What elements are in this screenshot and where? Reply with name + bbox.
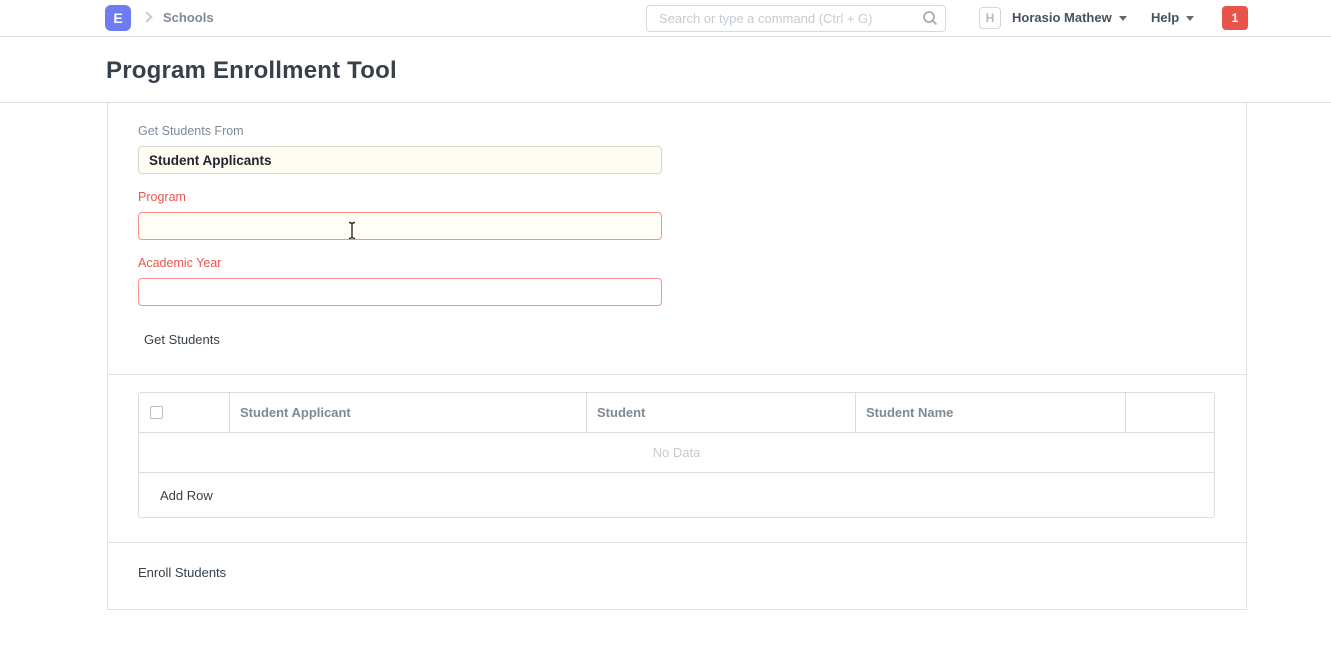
user-avatar[interactable]: H xyxy=(979,7,1001,29)
get-students-from-select[interactable] xyxy=(138,146,662,174)
program-input[interactable] xyxy=(138,212,662,240)
select-all-cell xyxy=(139,393,230,432)
add-row-button[interactable]: Add Row xyxy=(160,488,213,503)
section-student-filters: Get Students From Program Academic Year … xyxy=(108,103,1246,374)
page-head: Program Enrollment Tool xyxy=(0,37,1331,103)
column-header-student-applicant: Student Applicant xyxy=(230,393,587,432)
chevron-down-icon xyxy=(1186,16,1194,21)
search-icon xyxy=(922,10,938,31)
select-all-checkbox[interactable] xyxy=(150,406,163,419)
field-get-students-from: Get Students From xyxy=(138,124,1216,174)
no-data-row: No Data xyxy=(139,433,1214,473)
students-table: Student Applicant Student Student Name N… xyxy=(138,392,1215,518)
breadcrumb-chevron-icon xyxy=(141,11,152,22)
global-search xyxy=(646,5,946,32)
notifications-badge[interactable]: 1 xyxy=(1222,6,1248,30)
chevron-down-icon xyxy=(1119,16,1127,21)
help-menu[interactable]: Help xyxy=(1151,10,1194,25)
form-layout: Get Students From Program Academic Year … xyxy=(107,103,1247,610)
table-footer: Add Row xyxy=(139,473,1214,517)
breadcrumb-schools[interactable]: Schools xyxy=(163,10,214,25)
column-header-student-name: Student Name xyxy=(856,393,1126,432)
get-students-from-label: Get Students From xyxy=(138,124,1216,138)
page-title: Program Enrollment Tool xyxy=(106,57,1331,85)
user-name: Horasio Mathew xyxy=(1012,10,1112,25)
column-header-empty xyxy=(1126,393,1214,432)
field-academic-year: Academic Year xyxy=(138,256,1216,306)
top-navbar: E Schools H Horasio Mathew Help 1 xyxy=(0,0,1331,37)
program-label: Program xyxy=(138,190,1216,204)
section-students-grid: Student Applicant Student Student Name N… xyxy=(108,374,1246,542)
get-students-button[interactable]: Get Students xyxy=(144,332,220,348)
academic-year-input[interactable] xyxy=(138,278,662,306)
academic-year-label: Academic Year xyxy=(138,256,1216,270)
user-menu[interactable]: Horasio Mathew xyxy=(1012,10,1127,25)
section-actions: Enroll Students xyxy=(108,542,1246,609)
enroll-students-button[interactable]: Enroll Students xyxy=(138,565,226,581)
field-program: Program xyxy=(138,190,1216,240)
table-header-row: Student Applicant Student Student Name xyxy=(139,393,1214,433)
app-logo[interactable]: E xyxy=(105,5,131,31)
help-label: Help xyxy=(1151,10,1179,25)
column-header-student: Student xyxy=(587,393,856,432)
search-input[interactable] xyxy=(646,5,946,32)
